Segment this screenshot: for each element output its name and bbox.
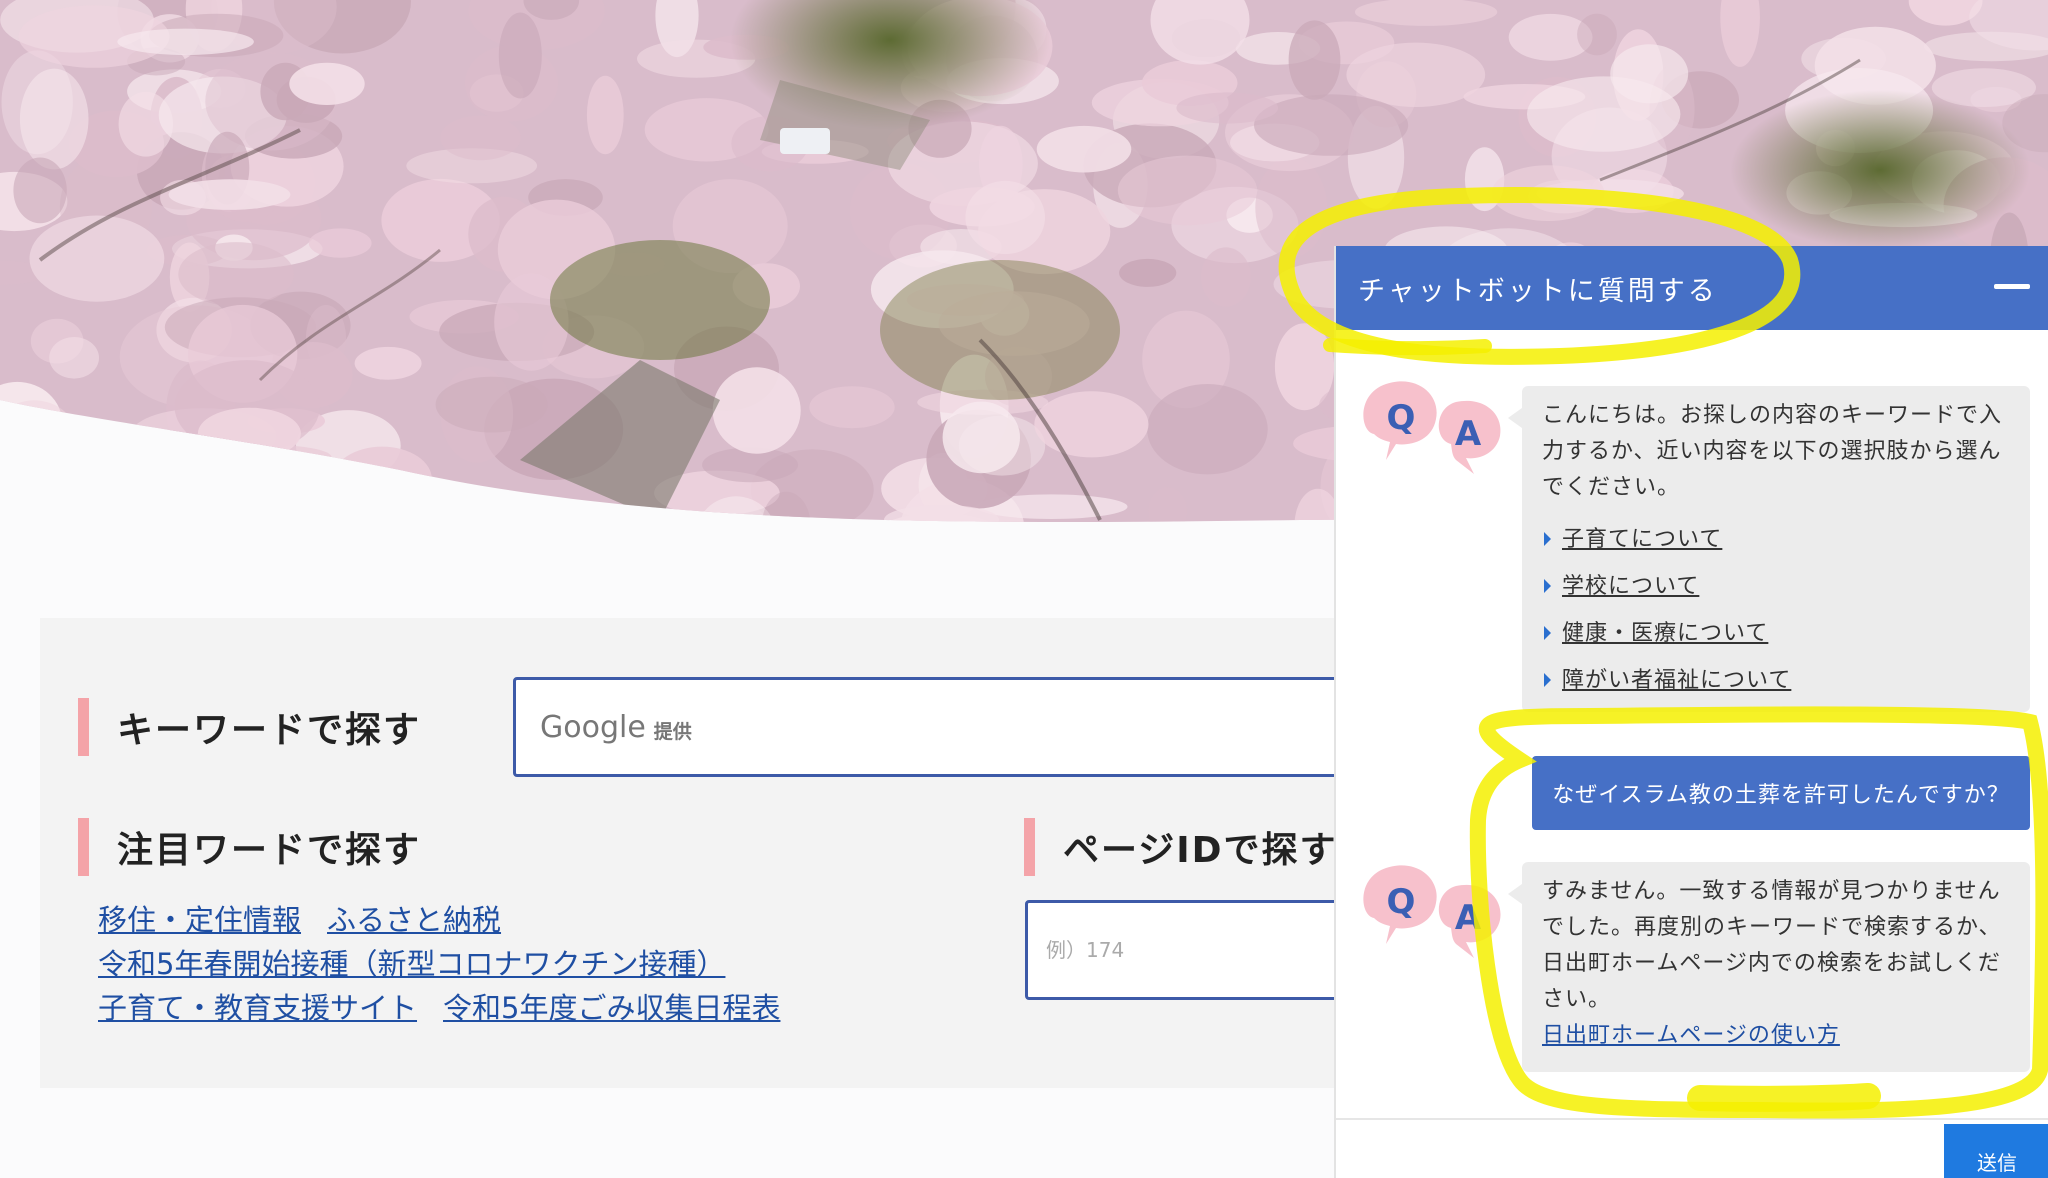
- choice-item: 学校について: [1542, 569, 2010, 605]
- chatbot-window: チャットボットに質問する Q A こんにちは。お探しの内容のキーワードで入力する…: [1334, 246, 2048, 1178]
- choice-item: 障がい者福祉について: [1542, 663, 2010, 699]
- homepage-usage-link[interactable]: 日出町ホームページの使い方: [1542, 1023, 1840, 1048]
- qa-avatar-icon: Q A: [1363, 865, 1501, 958]
- featured-words-heading: 注目ワードで探す: [78, 818, 421, 876]
- heading-marker: [1024, 818, 1035, 876]
- featured-link-vaccination[interactable]: 令和5年春開始接種（新型コロナワクチン接種）: [98, 947, 725, 981]
- choice-list: 子育てについて 学校について 健康・医療について 障がい者福祉について: [1542, 522, 2010, 699]
- featured-link-migration[interactable]: 移住・定住情報: [98, 903, 301, 937]
- featured-word-links: 移住・定住情報 ふるさと納税 令和5年春開始接種（新型コロナワクチン接種） 子育て…: [98, 898, 806, 1030]
- google-logo: Google: [540, 709, 646, 745]
- avatar-q-letter: Q: [1387, 398, 1416, 438]
- greeting-text: こんにちは。お探しの内容のキーワードで入力するか、近い内容を以下の選択肢から選ん…: [1542, 403, 2003, 500]
- chatbot-title: チャットボットに質問する: [1358, 275, 1718, 307]
- bot-reply-message: すみません。一致する情報が見つかりませんでした。再度別のキーワードで検索するか、…: [1508, 862, 2030, 1072]
- featured-link-garbage-schedule[interactable]: 令和5年度ごみ収集日程表: [443, 991, 780, 1025]
- choice-school[interactable]: 学校について: [1562, 574, 1699, 599]
- avatar-q-letter: Q: [1387, 882, 1416, 922]
- featured-words-title: 注目ワードで探す: [117, 830, 422, 871]
- choice-disability-welfare[interactable]: 障がい者福祉について: [1562, 668, 1791, 693]
- chatbot-header[interactable]: チャットボットに質問する: [1336, 246, 2048, 330]
- keyword-search-title: キーワードで探す: [117, 710, 422, 751]
- keyword-search-heading: キーワードで探す: [78, 698, 421, 756]
- bot-greeting-message: こんにちは。お探しの内容のキーワードで入力するか、近い内容を以下の選択肢から選ん…: [1508, 386, 2030, 712]
- heading-marker: [78, 698, 89, 756]
- featured-link-furusato-tax[interactable]: ふるさと納税: [327, 903, 501, 937]
- search-panel: キーワードで探す Google 提供 注目ワードで探す 移住・定住情報 ふるさと納…: [40, 618, 1545, 1088]
- reply-text: すみません。一致する情報が見つかりませんでした。再度別のキーワードで検索するか、…: [1542, 879, 2002, 1012]
- qa-avatar-icon: Q A: [1363, 381, 1501, 474]
- google-provided-label: 提供: [653, 720, 692, 743]
- minimize-icon[interactable]: [1994, 284, 2030, 289]
- page-id-title: ページIDで探す: [1063, 830, 1338, 871]
- choice-item: 健康・医療について: [1542, 616, 2010, 652]
- avatar-a-letter: A: [1455, 898, 1482, 938]
- send-button[interactable]: 送信: [1944, 1124, 2048, 1178]
- page-id-heading: ページIDで探す: [1024, 818, 1338, 876]
- chat-input-area[interactable]: [1336, 1118, 2048, 1178]
- choice-childcare[interactable]: 子育てについて: [1562, 527, 1722, 552]
- avatar-a-letter: A: [1455, 414, 1482, 454]
- user-question-message: なぜイスラム教の土葬を許可したんですか？: [1532, 756, 2030, 830]
- heading-marker: [78, 818, 89, 876]
- choice-item: 子育てについて: [1542, 522, 2010, 558]
- featured-link-childcare-site[interactable]: 子育て・教育支援サイト: [98, 991, 417, 1025]
- choice-health[interactable]: 健康・医療について: [1562, 621, 1768, 646]
